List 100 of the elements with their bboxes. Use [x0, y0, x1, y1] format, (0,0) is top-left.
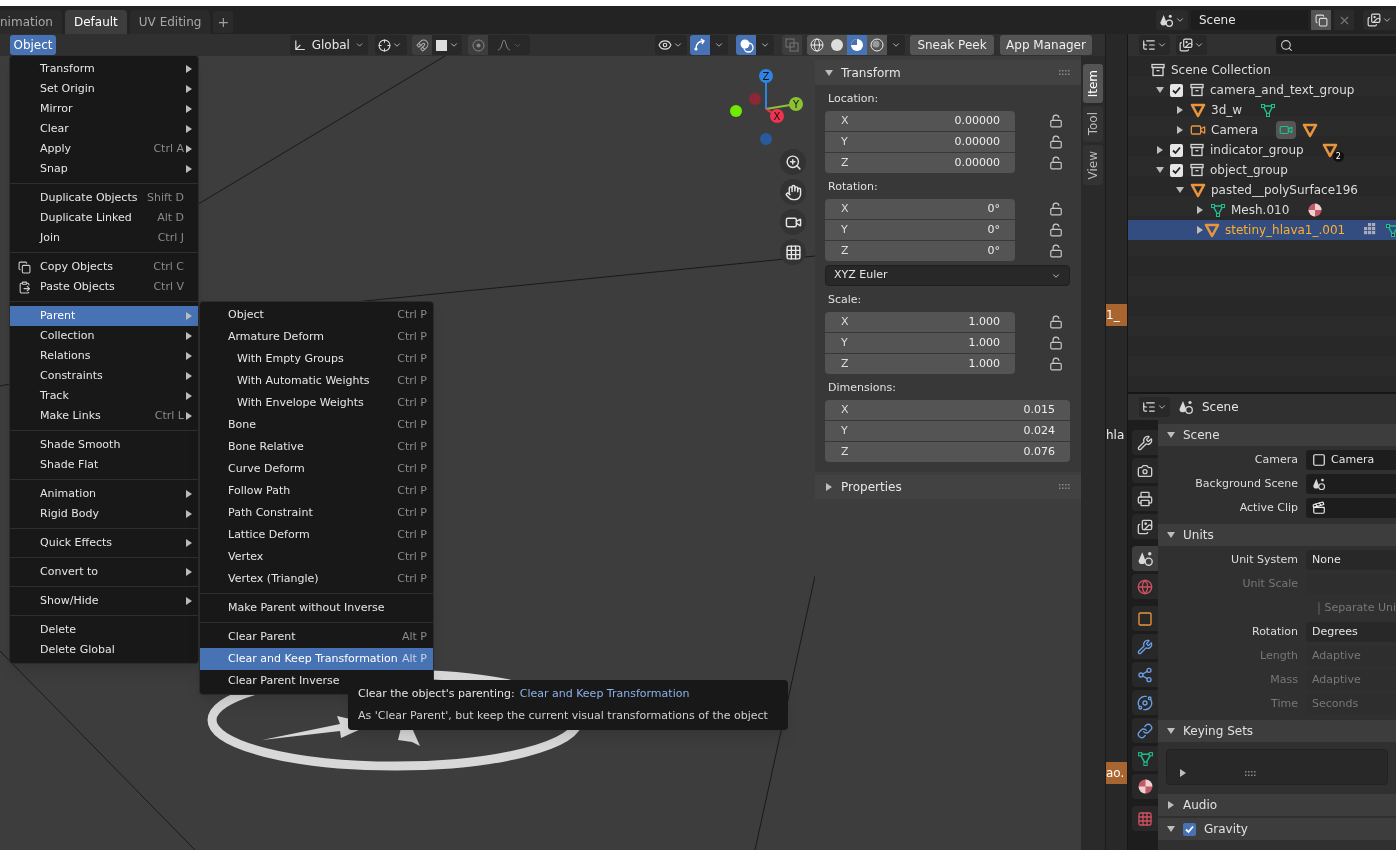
menu-item[interactable]: Convert to — [10, 562, 198, 582]
mode-menu-button[interactable]: Object — [10, 35, 56, 55]
shading-mode-button[interactable] — [807, 35, 827, 55]
view-layer-dropdown[interactable] — [1363, 10, 1396, 30]
menu-item[interactable]: Constraints — [10, 366, 198, 386]
menu-item[interactable]: Paste Objects Ctrl V — [10, 277, 198, 297]
unlocked-lock-icon[interactable] — [1049, 156, 1063, 170]
toggle-button[interactable] — [690, 35, 710, 55]
outliner-row[interactable]: object_group — [1128, 160, 1396, 180]
properties-tab[interactable] — [1132, 774, 1158, 799]
panel-header[interactable]: Properties — [815, 475, 1081, 499]
unlocked-lock-icon[interactable] — [1049, 357, 1063, 371]
grip-icon[interactable] — [1059, 69, 1071, 76]
navigation-button[interactable] — [780, 209, 806, 235]
header-button[interactable]: App Manager — [1000, 35, 1092, 55]
display-mode-dropdown[interactable] — [1176, 35, 1207, 55]
number-field[interactable]: X 1.000 — [825, 312, 1015, 332]
disclosure-triangle-icon[interactable] — [1179, 769, 1187, 777]
menu-item[interactable]: Bone Relative Ctrl P — [200, 436, 433, 458]
disclosure-triangle-icon[interactable] — [1176, 126, 1184, 134]
toggle-button[interactable] — [736, 35, 756, 55]
add-workspace-button[interactable]: + — [213, 11, 234, 33]
navigation-button[interactable] — [780, 239, 806, 265]
sidebar-tab[interactable]: Tool — [1083, 106, 1103, 142]
disclosure-triangle-icon[interactable] — [1176, 186, 1184, 194]
menu-item[interactable]: Show/Hide — [10, 591, 198, 611]
menu-item[interactable]: Join Ctrl J — [10, 228, 198, 248]
number-field[interactable]: Z 0.00000 — [825, 153, 1015, 173]
sidebar-tab[interactable]: View — [1083, 144, 1103, 186]
disclosure-triangle-icon[interactable] — [1176, 106, 1184, 114]
menu-item[interactable]: Bone Ctrl P — [200, 414, 433, 436]
outliner-row[interactable]: camera_and_text_group — [1128, 80, 1396, 100]
rotation-mode-dropdown[interactable]: XYZ Euler — [825, 265, 1070, 286]
toggle-button[interactable] — [782, 35, 802, 55]
disclosure-triangle-icon[interactable] — [1167, 727, 1175, 735]
workspace-tab[interactable]: nimation — [0, 10, 62, 34]
workspace-tab[interactable]: Default — [64, 10, 127, 34]
pivot-dropdown[interactable] — [375, 35, 407, 55]
menu-item[interactable]: Quick Effects — [10, 533, 198, 553]
number-field[interactable]: Y 0.00000 — [825, 132, 1015, 152]
close-button[interactable] — [1334, 10, 1354, 30]
menu-item[interactable]: Duplicate Objects Shift D — [10, 188, 198, 208]
menu-item[interactable]: Armature Deform Ctrl P — [200, 326, 433, 348]
outliner-row[interactable]: pasted__polySurface196 — [1128, 180, 1396, 200]
scene-type-dropdown[interactable] — [1156, 10, 1188, 30]
menu-item[interactable]: Clear and Keep Transformation Alt P — [200, 648, 433, 670]
number-field[interactable]: Y 0° — [825, 220, 1015, 240]
unlocked-lock-icon[interactable] — [1049, 223, 1063, 237]
unlocked-lock-icon[interactable] — [1049, 336, 1063, 350]
menu-item[interactable]: Rigid Body — [10, 504, 198, 524]
disclosure-triangle-icon[interactable] — [825, 483, 833, 491]
menu-item[interactable]: Parent — [10, 306, 198, 326]
number-field[interactable]: Z 1.000 — [825, 354, 1015, 374]
number-field[interactable]: X 0° — [825, 199, 1015, 219]
shading-mode-button[interactable] — [827, 35, 847, 55]
workspace-tab[interactable]: UV Editing — [129, 10, 211, 34]
disclosure-triangle-icon[interactable] — [1156, 166, 1164, 174]
outliner-row[interactable]: Mesh.010 — [1128, 200, 1396, 220]
navigation-button[interactable] — [780, 149, 806, 175]
input-field[interactable] — [1306, 474, 1396, 494]
menu-item[interactable]: Vertex (Triangle) Ctrl P — [200, 568, 433, 590]
properties-tab[interactable] — [1132, 514, 1158, 539]
editor-type-dropdown[interactable] — [1139, 35, 1170, 55]
shading-mode-button[interactable] — [867, 35, 887, 55]
grip-icon[interactable] — [1245, 771, 1257, 777]
search-field[interactable] — [1276, 36, 1396, 54]
outliner-row[interactable]: stetiny_hlava1_.001 — [1128, 220, 1396, 240]
number-field[interactable]: Z 0.076 — [825, 442, 1070, 462]
disclosure-triangle-icon[interactable] — [1156, 146, 1164, 154]
menu-item[interactable]: Snap — [10, 159, 198, 179]
number-field[interactable]: Y 0.024 — [825, 421, 1070, 441]
visibility-dropdown[interactable] — [655, 35, 687, 55]
copy-scene-button[interactable] — [1311, 10, 1331, 30]
toggle-button[interactable] — [468, 35, 488, 55]
menu-item[interactable]: Delete Global — [10, 640, 198, 660]
menu-item[interactable]: With Empty Groups Ctrl P — [200, 348, 433, 370]
falloff-dropdown[interactable] — [488, 35, 530, 55]
properties-tab[interactable] — [1132, 430, 1158, 455]
disclosure-triangle-icon[interactable] — [1167, 431, 1175, 439]
menu-item[interactable]: Copy Objects Ctrl C — [10, 257, 198, 277]
snap-target-dropdown[interactable] — [432, 35, 462, 55]
menu-item[interactable]: Make Parent without Inverse — [200, 597, 433, 619]
unlocked-lock-icon[interactable] — [1049, 315, 1063, 329]
disclosure-triangle-icon[interactable] — [1156, 86, 1164, 94]
menu-item[interactable]: Duplicate Linked Alt D — [10, 208, 198, 228]
properties-tab[interactable] — [1132, 634, 1158, 659]
menu-item[interactable]: Curve Deform Ctrl P — [200, 458, 433, 480]
section-header[interactable]: Keying Sets — [1158, 720, 1396, 742]
menu-item[interactable]: Transform — [10, 59, 198, 79]
panel-header[interactable]: Transform — [815, 60, 1081, 85]
properties-tab[interactable] — [1132, 486, 1158, 511]
outliner-row[interactable]: Camera — [1128, 120, 1396, 140]
menu-item[interactable]: Relations — [10, 346, 198, 366]
unlocked-lock-icon[interactable] — [1049, 135, 1063, 149]
orientation-dropdown[interactable]: Global — [290, 35, 368, 55]
properties-tab[interactable] — [1132, 546, 1158, 571]
disclosure-triangle-icon[interactable] — [1167, 531, 1175, 539]
menu-item[interactable]: Shade Smooth — [10, 435, 198, 455]
disclosure-triangle-icon[interactable] — [1196, 206, 1204, 214]
menu-item[interactable]: With Automatic Weights Ctrl P — [200, 370, 433, 392]
